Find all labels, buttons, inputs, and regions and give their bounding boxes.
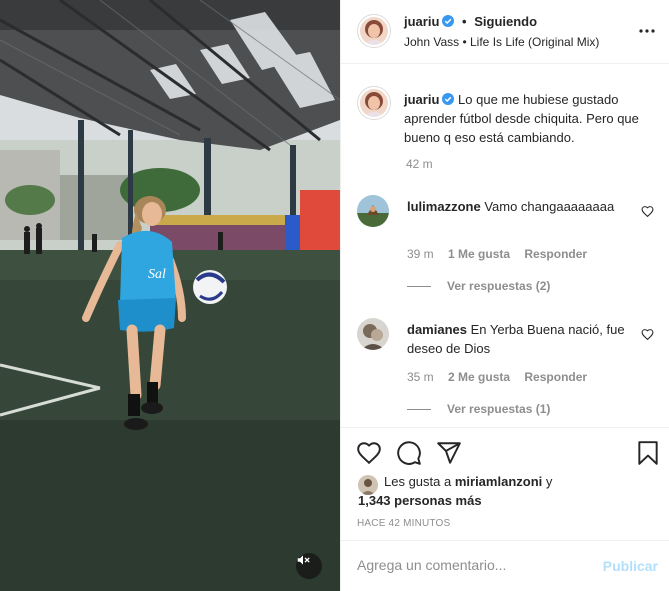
commenter-avatar-image — [357, 318, 389, 350]
heart-icon[interactable] — [356, 440, 382, 466]
video-frame: Sal — [0, 0, 340, 591]
post-timestamp[interactable]: HACE 42 MINUTOS — [357, 518, 450, 529]
liker-username[interactable]: miriamlanzoni — [455, 474, 542, 489]
view-replies-button[interactable]: Ver respuestas (1) — [407, 402, 550, 416]
more-options-icon — [639, 29, 655, 33]
author-avatar-image — [360, 17, 388, 45]
header-separator: • — [462, 14, 467, 29]
replies-divider — [407, 409, 431, 411]
view-replies-label: Ver respuestas (1) — [447, 402, 551, 416]
commenter-avatar-image — [357, 195, 389, 227]
caption-username[interactable]: juariu — [404, 92, 439, 107]
post-video[interactable]: Sal — [0, 0, 340, 591]
caption-avatar-image — [360, 89, 388, 117]
comment-username[interactable]: damianes — [407, 322, 467, 337]
comment-body: lulimazzone Vamo changaaaaaaaa — [407, 197, 627, 216]
comment-likes[interactable]: 1 Me gusta — [448, 247, 510, 261]
comment-body: damianes En Yerba Buena nació, fue deseo… — [407, 320, 627, 358]
bookmark-icon[interactable] — [635, 440, 661, 466]
post-details-panel: juariu • Siguiendo John Vass • Life Is L… — [340, 0, 669, 591]
add-comment-section: Publicar — [341, 540, 669, 591]
reply-button[interactable]: Responder — [524, 370, 587, 384]
likes-others-count[interactable]: 1,343 personas más — [358, 493, 482, 508]
more-options-button[interactable] — [636, 22, 658, 40]
view-replies-label: Ver respuestas (2) — [447, 279, 551, 293]
comment-meta: 39 m 1 Me gusta Responder — [407, 247, 598, 261]
verified-icon — [442, 15, 455, 27]
comment-like-heart-icon[interactable] — [641, 328, 654, 341]
likes-count-line: 1,343 personas más — [358, 491, 482, 510]
commenter-avatar[interactable] — [357, 318, 389, 350]
verified-icon — [442, 93, 455, 105]
following-button[interactable]: Siguiendo — [474, 14, 537, 29]
comment-like-heart-icon[interactable] — [641, 205, 654, 218]
caption-time[interactable]: 42 m — [406, 157, 433, 171]
comment-item: damianes En Yerba Buena nació, fue deseo… — [357, 318, 662, 418]
comment-text: Vamo changaaaaaaaa — [484, 199, 615, 214]
comment-likes[interactable]: 2 Me gusta — [448, 370, 510, 384]
muted-speaker-icon — [297, 555, 310, 565]
comment-meta: 35 m 2 Me gusta Responder — [407, 370, 598, 384]
author-avatar[interactable] — [357, 14, 391, 48]
comment-time[interactable]: 39 m — [407, 247, 434, 261]
share-icon[interactable] — [436, 440, 462, 466]
svg-text:Sal: Sal — [148, 267, 166, 282]
caption-body: juariu Lo que me hubiese gustado aprende… — [404, 90, 654, 147]
comment-item: lulimazzone Vamo changaaaaaaaa 39 m 1 Me… — [357, 195, 662, 295]
mute-button[interactable] — [296, 553, 322, 579]
post-actions: Les gusta a miriamlanzoni y 1,343 person… — [341, 427, 669, 591]
reply-button[interactable]: Responder — [524, 247, 587, 261]
replies-divider — [407, 286, 431, 288]
commenter-avatar[interactable] — [357, 195, 389, 227]
post-header: juariu • Siguiendo John Vass • Life Is L… — [341, 0, 669, 64]
author-username[interactable]: juariu — [404, 14, 439, 29]
comment-username[interactable]: lulimazzone — [407, 199, 481, 214]
comment-time[interactable]: 35 m — [407, 370, 434, 384]
audio-track-link[interactable]: John Vass • Life Is Life (Original Mix) — [404, 35, 599, 49]
caption-avatar[interactable] — [357, 86, 391, 120]
likes-connector: y — [545, 474, 553, 489]
add-comment-input[interactable] — [357, 557, 587, 573]
likes-prefix: Les gusta a — [384, 474, 452, 489]
likes-summary: Les gusta a miriamlanzoni y — [384, 472, 552, 491]
view-replies-button[interactable]: Ver respuestas (2) — [407, 279, 550, 293]
comment-icon[interactable] — [396, 440, 422, 466]
publish-button[interactable]: Publicar — [603, 558, 658, 574]
